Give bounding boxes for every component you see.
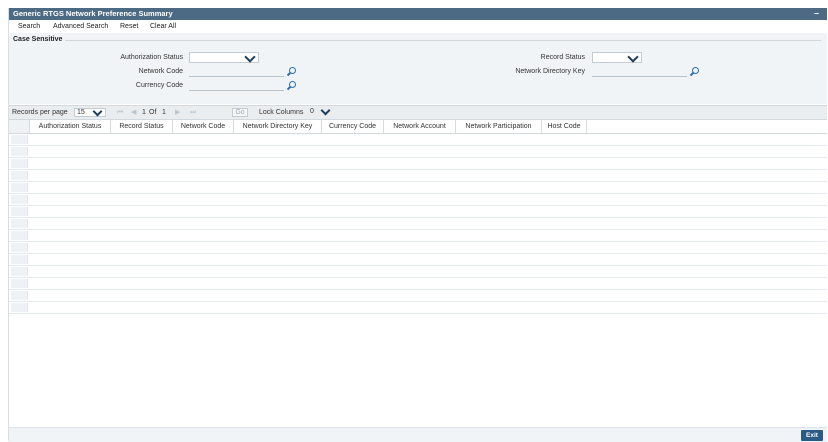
row-checkbox[interactable] xyxy=(11,255,28,264)
window-title: Generic RTGS Network Preference Summary xyxy=(13,9,173,18)
row-checkbox[interactable] xyxy=(11,231,28,240)
currency-code-label: Currency Code xyxy=(135,82,183,89)
search-button[interactable]: Search xyxy=(18,21,40,32)
row-checkbox[interactable] xyxy=(11,171,28,180)
table-row[interactable] xyxy=(9,278,827,290)
lock-columns-label: Lock Columns xyxy=(259,109,304,116)
select-all-checkbox[interactable] xyxy=(9,120,30,133)
row-checkbox[interactable] xyxy=(11,303,28,312)
chevron-down-icon xyxy=(320,105,331,116)
legend-divider xyxy=(65,40,821,41)
lock-columns-select[interactable]: 0 xyxy=(308,105,336,117)
toolbar: Search Advanced Search Reset Clear All xyxy=(9,21,827,32)
network-directory-key-input[interactable] xyxy=(592,65,687,77)
advanced-search-button[interactable]: Advanced Search xyxy=(53,21,108,32)
records-per-page-select[interactable]: 15 xyxy=(74,106,106,117)
records-per-page-label: Records per page xyxy=(12,109,68,116)
column-header[interactable]: Currency Code xyxy=(322,120,384,133)
previous-page-icon[interactable]: ◀ xyxy=(131,106,136,119)
row-checkbox[interactable] xyxy=(11,219,28,228)
row-checkbox[interactable] xyxy=(11,159,28,168)
row-checkbox[interactable] xyxy=(11,135,28,144)
summary-window: Generic RTGS Network Preference Summary … xyxy=(8,8,827,442)
column-header[interactable]: Network Directory Key xyxy=(234,120,322,133)
chevron-down-icon xyxy=(627,51,639,63)
column-header[interactable]: Record Status xyxy=(111,120,173,133)
row-checkbox[interactable] xyxy=(11,195,28,204)
row-checkbox[interactable] xyxy=(11,207,28,216)
table-row[interactable] xyxy=(9,254,827,266)
table-row[interactable] xyxy=(9,158,827,170)
row-checkbox[interactable] xyxy=(11,279,28,288)
current-page[interactable]: 1 xyxy=(142,106,146,119)
column-header[interactable]: Network Account xyxy=(384,120,456,133)
records-per-page-value: 15 xyxy=(77,109,85,116)
go-button[interactable]: Go xyxy=(232,108,248,117)
first-page-icon[interactable]: ⏮ xyxy=(117,106,123,119)
authorization-status-label: Authorization Status xyxy=(120,54,183,61)
table-row[interactable] xyxy=(9,302,827,314)
total-pages: 1 xyxy=(162,109,166,116)
window-title-bar: Generic RTGS Network Preference Summary … xyxy=(9,8,827,20)
record-status-select[interactable] xyxy=(592,51,642,63)
currency-code-lookup-icon[interactable] xyxy=(289,81,296,88)
lock-columns-value: 0 xyxy=(310,108,314,115)
chevron-down-icon xyxy=(244,51,256,63)
network-code-input[interactable] xyxy=(189,65,284,77)
reset-button[interactable]: Reset xyxy=(120,21,138,32)
minimize-button[interactable]: – xyxy=(814,8,819,19)
row-checkbox[interactable] xyxy=(11,267,28,276)
next-page-icon[interactable]: ▶ xyxy=(175,106,180,119)
row-checkbox[interactable] xyxy=(11,243,28,252)
table-row[interactable] xyxy=(9,134,827,146)
table-row[interactable] xyxy=(9,218,827,230)
row-checkbox[interactable] xyxy=(11,147,28,156)
network-directory-key-label: Network Directory Key xyxy=(515,68,585,75)
pagination-bar: Records per page 15 ⏮ ◀ 1 Of 1 ▶ ⏭ Go Lo… xyxy=(9,105,827,120)
table-row[interactable] xyxy=(9,206,827,218)
of-label: Of xyxy=(149,109,157,116)
table-row[interactable] xyxy=(9,170,827,182)
footer-bar: Exit xyxy=(9,427,827,442)
network-code-lookup-icon[interactable] xyxy=(289,67,296,74)
case-sensitive-legend: Case Sensitive xyxy=(13,36,63,43)
row-checkbox[interactable] xyxy=(11,291,28,300)
grid-body xyxy=(9,134,827,314)
table-row[interactable] xyxy=(9,182,827,194)
column-header[interactable]: Network Code xyxy=(173,120,234,133)
table-row[interactable] xyxy=(9,194,827,206)
network-directory-key-lookup-icon[interactable] xyxy=(692,67,699,74)
table-row[interactable] xyxy=(9,266,827,278)
authorization-status-select[interactable] xyxy=(189,51,259,63)
grid-header: Authorization Status Record Status Netwo… xyxy=(9,120,827,134)
last-page-icon[interactable]: ⏭ xyxy=(190,106,196,119)
table-row[interactable] xyxy=(9,146,827,158)
table-row[interactable] xyxy=(9,242,827,254)
network-code-label: Network Code xyxy=(138,68,183,75)
exit-button[interactable]: Exit xyxy=(801,430,823,441)
column-header[interactable]: Network Participation xyxy=(456,120,542,133)
currency-code-input[interactable] xyxy=(189,79,284,91)
table-row[interactable] xyxy=(9,230,827,242)
search-panel: Case Sensitive Authorization Status Netw… xyxy=(9,33,827,104)
table-row[interactable] xyxy=(9,290,827,302)
clear-all-button[interactable]: Clear All xyxy=(150,21,176,32)
column-header[interactable]: Host Code xyxy=(542,120,587,133)
record-status-label: Record Status xyxy=(540,54,585,61)
column-header[interactable]: Authorization Status xyxy=(30,120,111,133)
row-checkbox[interactable] xyxy=(11,183,28,192)
chevron-down-icon xyxy=(92,106,103,117)
